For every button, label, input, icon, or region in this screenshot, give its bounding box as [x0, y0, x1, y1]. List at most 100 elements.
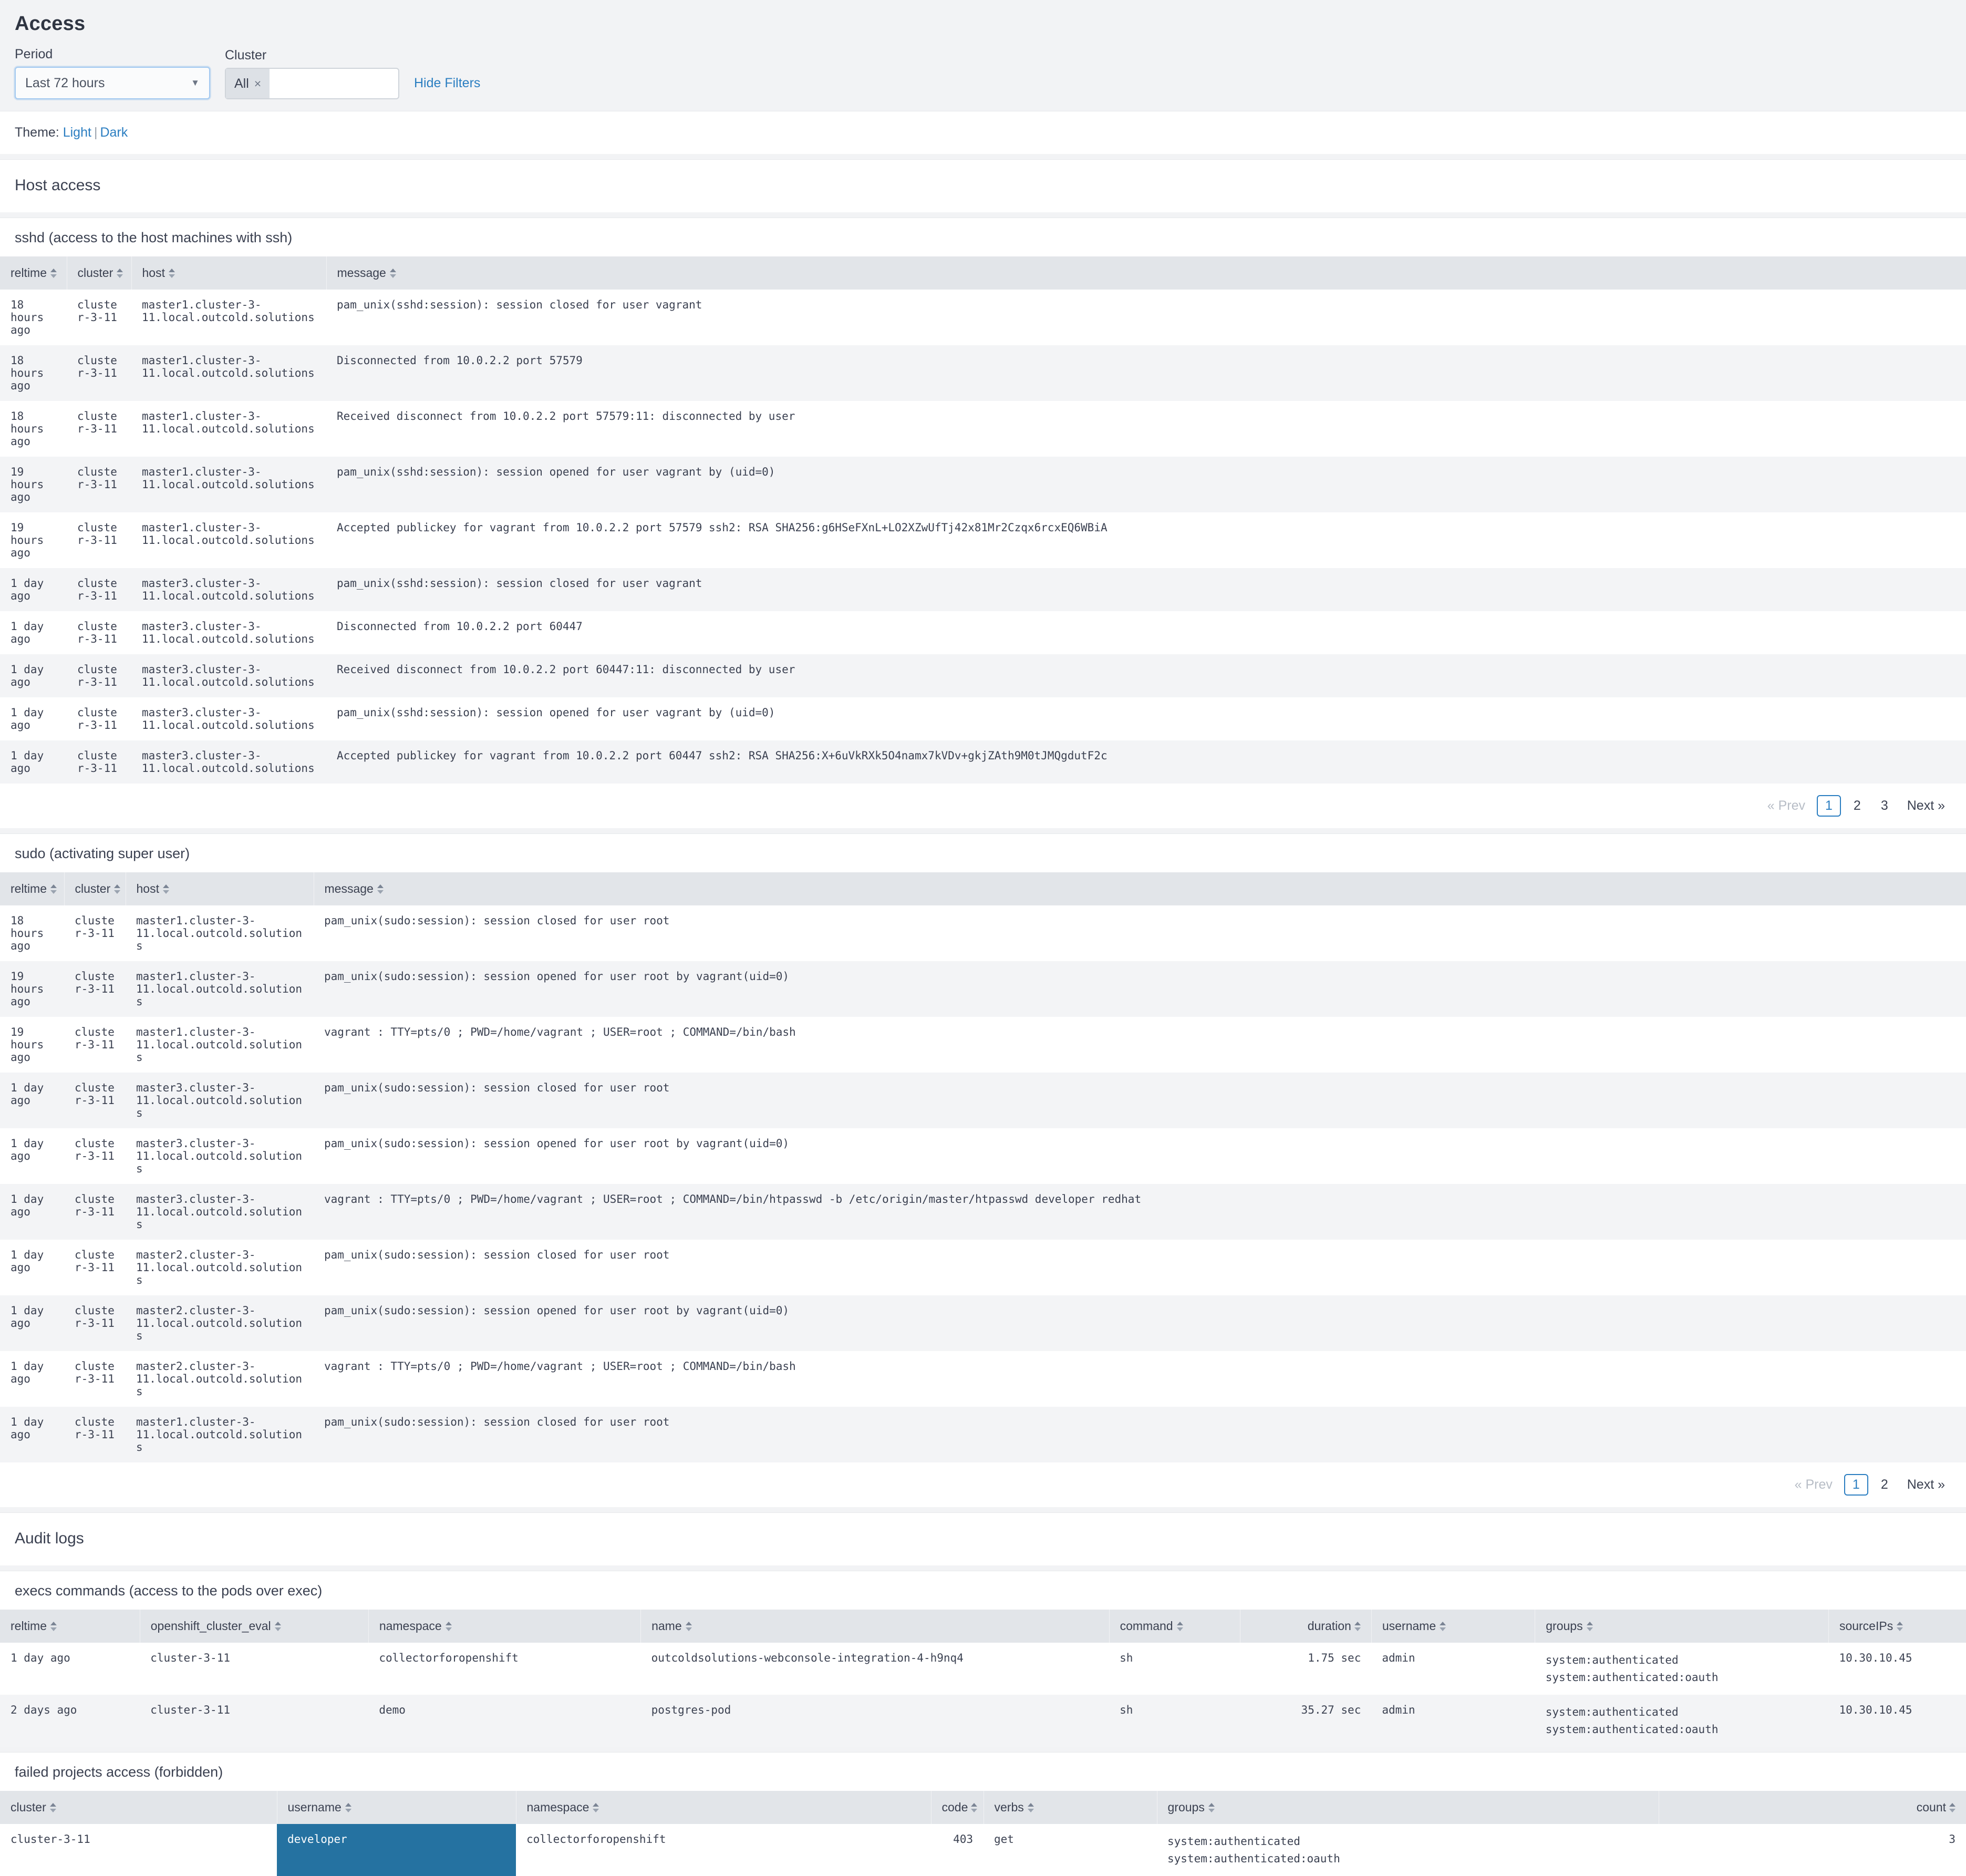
table-cell: postgres-pod — [651, 1704, 731, 1717]
table-cell: master2.cluster-3-11.local.outcold.solut… — [136, 1304, 303, 1342]
table-row[interactable]: 1 day ago cluster-3-11 master3.cluster-3-1… — [0, 1184, 1966, 1240]
table-row[interactable]: 19 hours ago cluster-3-11 master1.cluster-… — [0, 457, 1966, 512]
pagination-page-2[interactable]: 2 — [1874, 1475, 1896, 1494]
failed-col-code[interactable]: code — [931, 1791, 984, 1825]
sshd-col-host[interactable]: host — [131, 256, 327, 290]
cluster-multiselect[interactable]: All × — [225, 68, 399, 99]
table-row[interactable]: 1 day ago cluster-3-11 master2.cluster-3-1… — [0, 1295, 1966, 1351]
theme-dark-link[interactable]: Dark — [100, 125, 128, 140]
table-cell: admin — [1382, 1652, 1415, 1664]
sudo-col-cluster[interactable]: cluster — [64, 872, 126, 905]
table-row[interactable]: 1 day ago cluster-3-11 collectorforopenshi… — [0, 1643, 1966, 1695]
table-row[interactable]: 1 day ago cluster-3-11 master3.cluster-3-1… — [0, 740, 1966, 784]
theme-separator: | — [94, 125, 98, 140]
spacer — [0, 828, 1966, 833]
pagination-prev[interactable]: « Prev — [1788, 1477, 1839, 1492]
table-row[interactable]: 18 hours ago cluster-3-11 master1.cluster-… — [0, 905, 1966, 961]
theme-panel: Theme: Light | Dark — [0, 111, 1966, 154]
table-row[interactable]: 19 hours ago cluster-3-11 master1.cluster-… — [0, 1017, 1966, 1073]
table-row[interactable]: 18 hours ago cluster-3-11 master1.cluster-… — [0, 401, 1966, 457]
failed-col-cluster[interactable]: cluster — [0, 1791, 277, 1825]
execs-col-command[interactable]: command — [1109, 1610, 1241, 1643]
pagination-next[interactable]: Next » — [1901, 1477, 1951, 1492]
sudo-col-reltime[interactable]: reltime — [0, 872, 65, 905]
table-cell: cluster-3-11 — [77, 620, 117, 645]
period-select[interactable]: Last 72 hours ▼ — [15, 67, 210, 99]
execs-col-username-label: username — [1382, 1619, 1436, 1633]
chevron-down-icon: ▼ — [191, 78, 200, 88]
sort-icon — [114, 884, 121, 894]
table-row[interactable]: cluster-3-11 developer collectorforopenshi… — [0, 1824, 1966, 1876]
spacer — [0, 1747, 1966, 1753]
table-row[interactable]: 1 day ago cluster-3-11 master3.cluster-3-1… — [0, 611, 1966, 654]
page-title: Access — [15, 13, 86, 35]
audit-logs-panel: Audit logs — [0, 1512, 1966, 1565]
cluster-token-all[interactable]: All × — [226, 69, 270, 98]
failed-projects-table-head: cluster username namespace code verbs gr… — [0, 1791, 1966, 1825]
sort-icon — [50, 884, 57, 894]
sshd-col-cluster[interactable]: cluster — [67, 256, 132, 290]
table-cell: 1 day ago — [11, 1304, 44, 1329]
sudo-title: sudo (activating super user) — [15, 846, 190, 861]
table-cell: pam_unix(sudo:session): session opened f… — [324, 1137, 790, 1150]
execs-col-duration[interactable]: duration — [1240, 1610, 1372, 1643]
table-row[interactable]: 18 hours ago cluster-3-11 master1.cluster-… — [0, 345, 1966, 401]
pagination-page-3[interactable]: 3 — [1874, 796, 1896, 816]
failed-col-namespace[interactable]: namespace — [516, 1791, 932, 1825]
table-cell: get — [994, 1833, 1014, 1846]
pagination-prev[interactable]: « Prev — [1761, 798, 1812, 813]
pagination-page-1[interactable]: 1 — [1817, 795, 1841, 817]
table-cell: 1 day ago — [11, 663, 44, 688]
table-cell: 1 day ago — [11, 1652, 70, 1664]
execs-col-groups[interactable]: groups — [1535, 1610, 1829, 1643]
table-row[interactable]: 1 day ago cluster-3-11 master2.cluster-3-1… — [0, 1351, 1966, 1407]
execs-col-namespace[interactable]: namespace — [368, 1610, 641, 1643]
table-row[interactable]: 1 day ago cluster-3-11 master3.cluster-3-1… — [0, 697, 1966, 740]
table-cell: cluster-3-11 — [150, 1652, 230, 1664]
failed-col-verbs[interactable]: verbs — [984, 1791, 1157, 1825]
table-cell: pam_unix(sudo:session): session opened f… — [324, 970, 790, 983]
execs-col-username[interactable]: username — [1371, 1610, 1536, 1643]
spacer — [0, 1507, 1966, 1512]
close-icon[interactable]: × — [254, 77, 261, 91]
table-row[interactable]: 1 day ago cluster-3-11 master3.cluster-3-1… — [0, 1128, 1966, 1184]
sshd-col-reltime[interactable]: reltime — [0, 256, 67, 290]
table-cell: 18 hours ago — [11, 410, 44, 448]
sudo-col-host[interactable]: host — [126, 872, 314, 905]
table-cell: pam_unix(sshd:session): session opened f… — [337, 466, 775, 478]
table-cell: 18 hours ago — [11, 298, 44, 336]
failed-col-namespace-label: namespace — [526, 1800, 589, 1815]
execs-col-reltime[interactable]: reltime — [0, 1610, 140, 1643]
table-cell: master3.cluster-3-11.local.outcold.solut… — [136, 1081, 303, 1119]
sudo-pagination: « Prev 1 2 Next » — [0, 1462, 1966, 1507]
table-row[interactable]: 1 day ago cluster-3-11 master3.cluster-3-1… — [0, 568, 1966, 611]
sshd-col-message[interactable]: message — [326, 256, 1966, 290]
cluster-label: Cluster — [225, 48, 267, 63]
pagination-page-1[interactable]: 1 — [1844, 1474, 1868, 1496]
table-row[interactable]: 1 day ago cluster-3-11 master3.cluster-3-1… — [0, 654, 1966, 697]
sudo-col-message[interactable]: message — [314, 872, 1966, 905]
hide-filters-link[interactable]: Hide Filters — [414, 76, 480, 91]
table-cell: master1.cluster-3-11.local.outcold.solut… — [142, 298, 315, 324]
failed-col-groups[interactable]: groups — [1157, 1791, 1659, 1825]
execs-table-body: 1 day ago cluster-3-11 collectorforopenshi… — [0, 1643, 1966, 1747]
table-row[interactable]: 19 hours ago cluster-3-11 master1.cluster-… — [0, 512, 1966, 568]
pagination-next[interactable]: Next » — [1901, 798, 1951, 813]
execs-col-openshift-cluster-eval[interactable]: openshift_cluster_eval — [140, 1610, 369, 1643]
execs-col-name[interactable]: name — [640, 1610, 1110, 1643]
theme-light-link[interactable]: Light — [63, 125, 91, 140]
sshd-col-message-label: message — [337, 266, 386, 280]
table-row[interactable]: 1 day ago cluster-3-11 master2.cluster-3-1… — [0, 1240, 1966, 1295]
table-row[interactable]: 18 hours ago cluster-3-11 master1.cluster-… — [0, 290, 1966, 345]
table-row[interactable]: 2 days ago cluster-3-11 demo postgres-pod sh… — [0, 1695, 1966, 1747]
table-row[interactable]: 1 day ago cluster-3-11 master3.cluster-3-1… — [0, 1073, 1966, 1128]
pagination-page-2[interactable]: 2 — [1846, 796, 1868, 816]
execs-col-sourceips[interactable]: sourceIPs — [1828, 1610, 1966, 1643]
sshd-table-head: reltime cluster host message — [0, 256, 1966, 290]
audit-logs-heading: Audit logs — [15, 1530, 84, 1547]
failed-col-username[interactable]: username — [277, 1791, 516, 1825]
group-line: system:authenticated:oauth — [1545, 1671, 1719, 1684]
failed-col-count[interactable]: count — [1659, 1791, 1966, 1825]
table-row[interactable]: 1 day ago cluster-3-11 master1.cluster-3-1… — [0, 1407, 1966, 1462]
table-row[interactable]: 19 hours ago cluster-3-11 master1.cluster-… — [0, 961, 1966, 1017]
